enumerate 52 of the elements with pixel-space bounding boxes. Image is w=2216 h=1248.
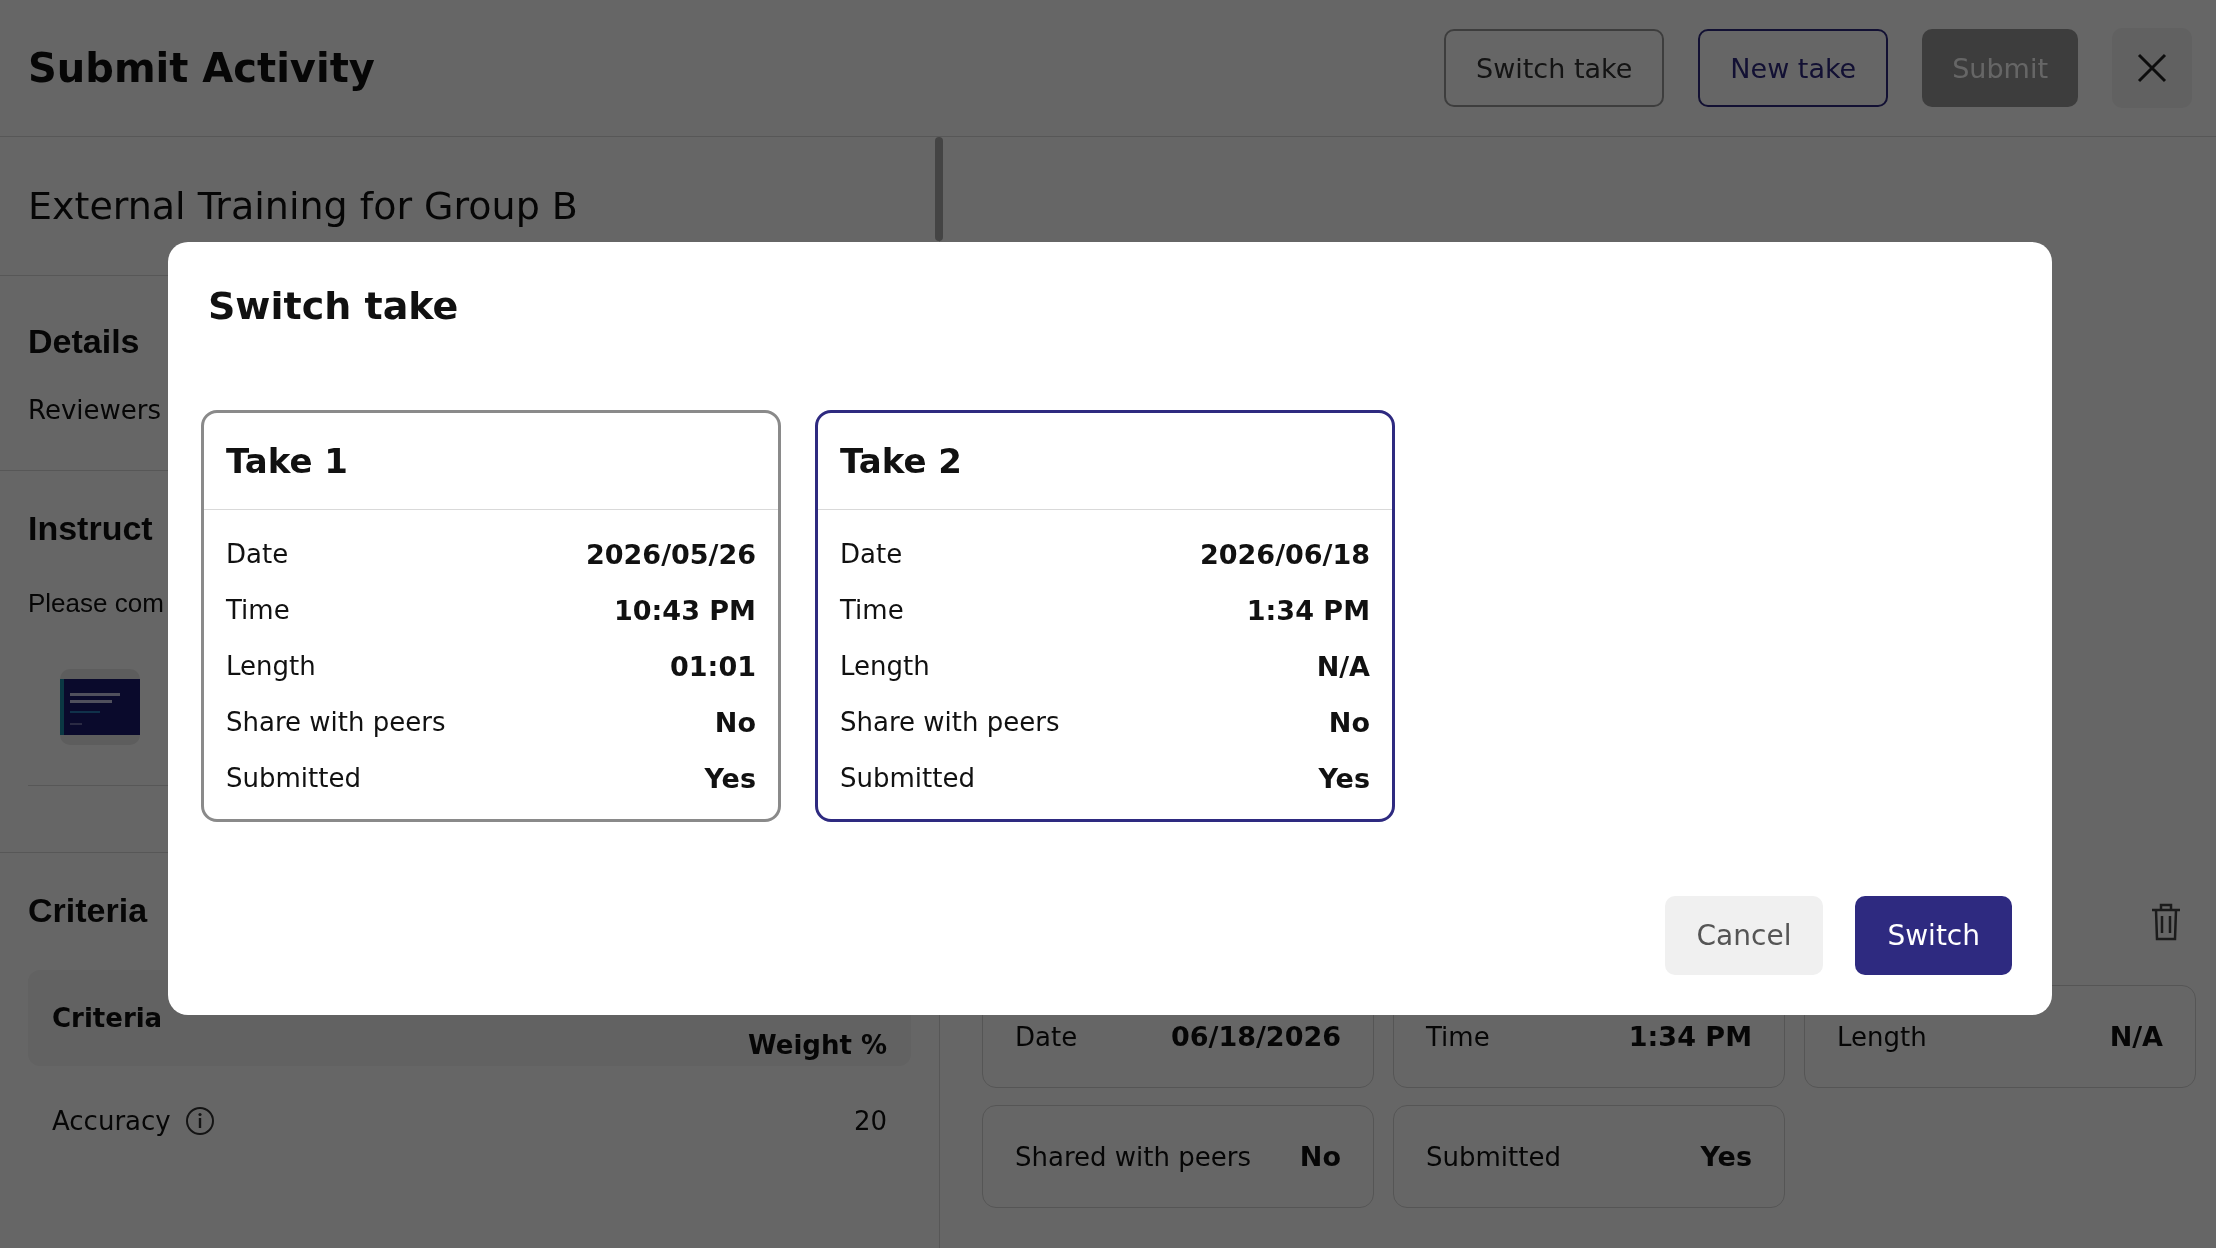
- take-field-value: N/A: [1316, 650, 1370, 682]
- section-heading: Criteria: [28, 891, 149, 930]
- criteria-name: Accuracy: [52, 1106, 171, 1136]
- detail-label: Shared with peers: [1015, 1141, 1251, 1172]
- take-field-label: Submitted: [840, 763, 975, 793]
- take-title: Take 1: [204, 413, 778, 510]
- take-field-value: Yes: [704, 762, 756, 794]
- dialog-title: Switch take: [208, 284, 460, 328]
- section-heading: Details: [28, 321, 140, 361]
- detail-label: Length: [1837, 1021, 1927, 1052]
- close-button[interactable]: [2112, 28, 2192, 108]
- reviewers-label: Reviewers: [28, 394, 161, 425]
- take-field-value: 01:01: [670, 650, 756, 682]
- attachment-thumbnail[interactable]: [60, 669, 140, 745]
- take-option-card[interactable]: Take 1 Date 2026/05/26 Time 10:43 PM Length 01:01 Share with peers No Submitted Yes: [201, 410, 781, 822]
- criteria-weight: 20: [853, 1106, 887, 1136]
- take-field-value: 2026/06/18: [1200, 538, 1370, 570]
- section-heading: Instruct: [28, 509, 154, 548]
- detail-value: Yes: [1700, 1141, 1752, 1172]
- column-header: Weight %: [748, 1030, 887, 1060]
- detail-value: 06/18/2026: [1171, 1021, 1341, 1052]
- switch-button[interactable]: Switch: [1855, 896, 2012, 975]
- take-field-label: Share with peers: [840, 707, 1060, 737]
- column-header: Criteria: [52, 1003, 163, 1033]
- take-field-label: Length: [226, 651, 316, 681]
- take-field-value: Yes: [1318, 762, 1370, 794]
- detail-label: Submitted: [1426, 1141, 1561, 1172]
- cancel-button[interactable]: Cancel: [1664, 896, 1824, 975]
- take-option-card[interactable]: Take 2 Date 2026/06/18 Time 1:34 PM Length N/A Share with peers No Submitted Yes: [815, 410, 1395, 822]
- take-field-label: Time: [840, 595, 904, 625]
- take-field-label: Date: [226, 539, 289, 569]
- info-icon[interactable]: [184, 1106, 215, 1136]
- take-field-label: Share with peers: [226, 707, 446, 737]
- take-field-value: 1:34 PM: [1246, 594, 1370, 626]
- take-field-label: Length: [840, 651, 930, 681]
- take-field-label: Submitted: [226, 763, 361, 793]
- take-field-label: Time: [226, 595, 290, 625]
- detail-label: Time: [1426, 1021, 1490, 1052]
- instructions-text: Please com: [28, 588, 164, 619]
- detail-value: N/A: [2109, 1021, 2163, 1052]
- take-field-value: No: [714, 706, 756, 738]
- take-field-value: 2026/05/26: [586, 538, 756, 570]
- take-field-value: No: [1328, 706, 1370, 738]
- take-field-label: Date: [840, 539, 903, 569]
- close-icon: [2136, 52, 2168, 84]
- detail-label: Date: [1015, 1021, 1078, 1052]
- detail-value: 1:34 PM: [1628, 1021, 1752, 1052]
- scrollbar-thumb[interactable]: [935, 137, 943, 241]
- take-title: Take 2: [818, 413, 1392, 510]
- take-field-value: 10:43 PM: [614, 594, 756, 626]
- detail-value: No: [1299, 1141, 1341, 1172]
- page-title: Submit Activity: [28, 45, 376, 91]
